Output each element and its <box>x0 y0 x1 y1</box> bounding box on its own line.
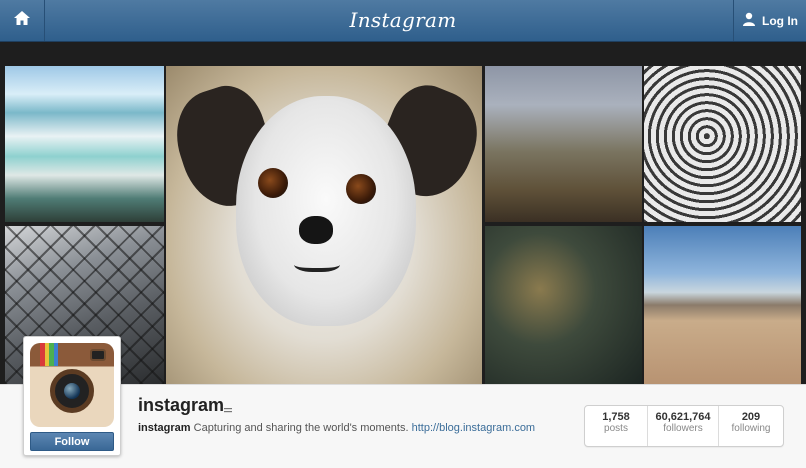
stat-posts[interactable]: 1,758 posts <box>585 406 648 446</box>
instagram-logo[interactable]: Instagram <box>0 8 806 32</box>
photo-tile-street-art[interactable] <box>644 66 801 222</box>
dog-face <box>236 96 416 326</box>
dog-eye-right <box>346 174 376 204</box>
stat-followers-value: 60,621,764 <box>655 411 711 423</box>
bio-name: instagram <box>138 422 191 434</box>
login-button[interactable]: Log In <box>733 0 806 41</box>
photo-tile-couple-barn[interactable] <box>485 66 642 222</box>
stat-following[interactable]: 209 following <box>719 406 783 446</box>
verified-icon <box>224 401 232 413</box>
login-label: Log In <box>762 13 798 28</box>
lens-shape <box>50 369 94 413</box>
user-icon <box>742 12 756 29</box>
photo-tile-terraces[interactable] <box>5 66 164 222</box>
photo-tile-dragonfly[interactable] <box>485 226 642 384</box>
stat-following-label: following <box>731 423 771 434</box>
bio-text: Capturing and sharing the world's moment… <box>193 422 409 434</box>
stat-followers[interactable]: 60,621,764 followers <box>648 406 719 446</box>
viewfinder-shape <box>90 349 106 361</box>
profile-username: instagram <box>138 395 225 415</box>
dog-nose <box>299 216 333 244</box>
instagram-camera-icon[interactable] <box>30 343 114 427</box>
stat-following-value: 209 <box>741 411 761 423</box>
top-navigation-bar: Instagram Log In <box>0 0 806 42</box>
photo-tile-horse-desert[interactable] <box>644 226 801 384</box>
profile-bio: instagram Capturing and sharing the worl… <box>138 422 535 434</box>
stat-followers-label: followers <box>663 423 703 434</box>
follow-button[interactable]: Follow <box>30 432 114 451</box>
rainbow-stripe <box>40 343 58 366</box>
photo-grid <box>5 66 801 384</box>
stat-posts-label: posts <box>604 423 628 434</box>
dog-eye-left <box>258 168 288 198</box>
bio-link[interactable]: http://blog.instagram.com <box>412 422 536 434</box>
photo-tile-puppy[interactable] <box>166 66 482 384</box>
dog-mouth <box>294 254 340 272</box>
profile-avatar-card: Follow <box>23 336 121 456</box>
profile-stats: 1,758 posts 60,621,764 followers 209 fol… <box>584 405 784 447</box>
stat-posts-value: 1,758 <box>602 411 630 423</box>
